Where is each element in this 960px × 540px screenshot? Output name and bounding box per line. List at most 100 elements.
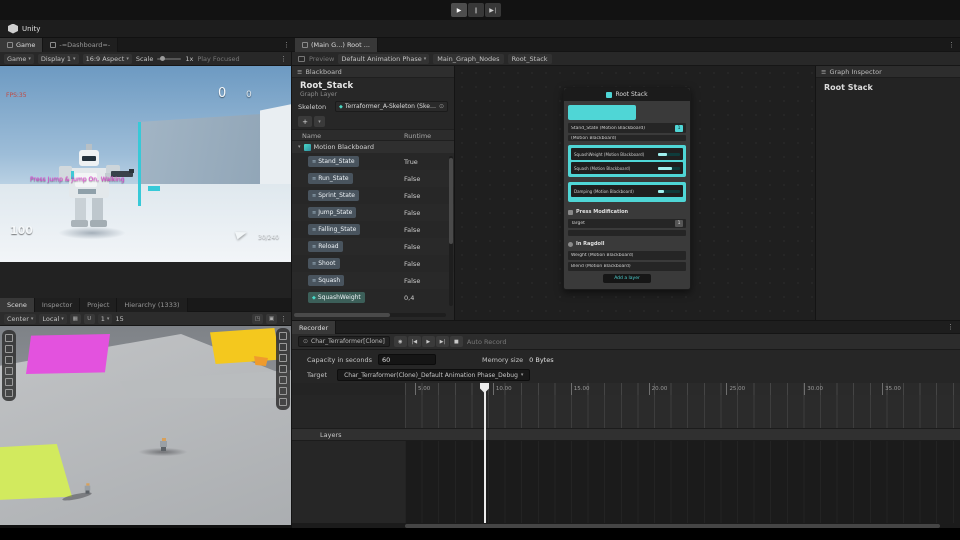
parameter-pill[interactable]: ≡ Jump_State: [308, 207, 357, 218]
play-button[interactable]: ▶: [451, 3, 467, 17]
tool-rect-icon[interactable]: [5, 378, 13, 386]
breadcrumb-main-graph-nodes[interactable]: Main_Graph_Nodes: [433, 53, 504, 64]
weight-slider[interactable]: [658, 189, 680, 193]
display-dropdown[interactable]: Display 1 ▾: [37, 53, 79, 64]
recorder-source-field[interactable]: ⊙ Char_Terraformer[Clone]: [298, 336, 390, 347]
parameter-pill[interactable]: ≡ Run_State: [308, 173, 353, 184]
game-panel-menu-icon[interactable]: ⋮: [283, 38, 290, 52]
node-parameter-row[interactable]: (Motion Blackboard): [568, 135, 686, 141]
transport-button[interactable]: ▶|: [435, 336, 449, 347]
pivot-dropdown[interactable]: Center ▾: [4, 313, 37, 324]
node-parameter-row[interactable]: [568, 230, 686, 236]
gizmo-camera-icon[interactable]: [279, 332, 287, 340]
blackboard-row[interactable]: ≡ Squash False: [292, 272, 454, 289]
gizmo-toggle-icon[interactable]: ◳: [252, 313, 263, 324]
node-slider-row[interactable]: Damping (Motion Blackboard): [571, 185, 683, 197]
recorder-menu-icon[interactable]: ⋮: [947, 321, 954, 333]
blackboard-row[interactable]: ≡ Jump_State False: [292, 204, 454, 221]
root-stack-node[interactable]: Root Stack Stand_State (Motion Blackboar…: [563, 87, 691, 290]
breadcrumb-root-stack[interactable]: Root_Stack: [507, 53, 552, 64]
node-parameter-row[interactable]: Target 1: [568, 219, 686, 228]
parameter-pill[interactable]: ≡ Sprint_State: [308, 190, 359, 201]
weight-block[interactable]: SquashWeight (Motion Blackboard) Squash …: [568, 145, 686, 177]
step-button[interactable]: ▶∣: [485, 3, 501, 17]
auto-record-toggle[interactable]: Auto Record: [467, 338, 507, 346]
gizmo-audio-icon[interactable]: [279, 354, 287, 362]
parameter-pill[interactable]: ≡ Stand_State: [308, 156, 359, 167]
aspect-dropdown[interactable]: 16:9 Aspect ▾: [82, 53, 132, 64]
pause-button[interactable]: ∥: [468, 3, 484, 17]
blackboard-row[interactable]: ≡ Run_State False: [292, 170, 454, 187]
node-parameter-row[interactable]: Stand_State (Motion Blackboard) 1: [568, 123, 686, 133]
tool-rotate-icon[interactable]: [5, 356, 13, 364]
scene-panel-tab[interactable]: Inspector: [34, 298, 81, 312]
scale-slider[interactable]: [157, 55, 182, 61]
gizmo-nav-icon[interactable]: [279, 387, 287, 395]
playhead-line[interactable]: [484, 383, 486, 523]
damping-block[interactable]: Damping (Motion Blackboard): [568, 182, 686, 202]
node-header[interactable]: Root Stack: [564, 88, 690, 101]
timeline-lower-track[interactable]: [405, 441, 960, 523]
gizmo-grid-icon[interactable]: [279, 376, 287, 384]
active-state-block[interactable]: [568, 105, 636, 120]
blackboard-row[interactable]: ≡ Falling_State False: [292, 221, 454, 238]
gizmo-effects-icon[interactable]: [279, 365, 287, 373]
scale-slider-knob[interactable]: [160, 55, 166, 61]
game-toolbar-menu-icon[interactable]: ⋮: [280, 52, 287, 66]
add-parameter-dropdown-icon[interactable]: ▾: [314, 116, 325, 127]
parameter-pill[interactable]: ≡ Reload: [308, 241, 343, 252]
snap-toggle-icon[interactable]: U: [83, 313, 95, 324]
parameter-pill[interactable]: ◆ SquashWeight: [308, 292, 365, 303]
weight-slider[interactable]: [658, 152, 680, 156]
orientation-dropdown[interactable]: Local ▾: [39, 313, 67, 324]
blackboard-row[interactable]: ◆ SquashWeight 0,4: [292, 289, 454, 306]
parameter-pill[interactable]: ≡ Shoot: [308, 258, 340, 269]
tool-move-icon[interactable]: [5, 345, 13, 353]
preview-toggle[interactable]: Preview: [309, 55, 334, 63]
grid-toggle-icon[interactable]: ▦: [69, 313, 81, 324]
right-panel-menu-icon[interactable]: ⋮: [948, 38, 955, 52]
blackboard-horizontal-scrollbar[interactable]: [294, 313, 446, 317]
parameter-pill[interactable]: ≡ Falling_State: [308, 224, 361, 235]
timeline-upper-track[interactable]: [405, 395, 960, 428]
grid-size-dropdown[interactable]: 1 ▾: [97, 313, 113, 324]
add-parameter-button[interactable]: +: [298, 116, 312, 127]
tool-view-icon[interactable]: [5, 334, 13, 342]
scene-panel-tab[interactable]: Hierarchy (1333): [117, 298, 188, 312]
add-layer-button[interactable]: Add a layer: [603, 274, 651, 283]
skeleton-object-field[interactable]: ◆ Terraformer_A-Skeleton (Skeleton) ⊙: [335, 101, 448, 112]
blackboard-vertical-scrollbar[interactable]: [449, 156, 453, 306]
node-parameter-row[interactable]: Weight (Motion Blackboard): [568, 251, 686, 260]
animation-phase-dropdown[interactable]: Default Animation Phase ▾: [338, 53, 430, 64]
weight-slider[interactable]: [658, 166, 680, 170]
scrollbar-thumb[interactable]: [294, 313, 390, 317]
transport-button[interactable]: ◉: [393, 336, 407, 347]
transport-button[interactable]: ▶: [421, 336, 435, 347]
game-mode-dropdown[interactable]: Game ▾: [4, 53, 34, 64]
scene-toolbar-menu-icon[interactable]: ⋮: [280, 312, 287, 326]
capacity-input[interactable]: [378, 354, 437, 365]
blackboard-row[interactable]: ≡ Sprint_State False: [292, 187, 454, 204]
scrollbar-thumb[interactable]: [449, 158, 453, 244]
scene-panel-tab[interactable]: Project: [80, 298, 118, 312]
object-picker-icon[interactable]: ⊙: [439, 103, 444, 110]
tool-scale-icon[interactable]: [5, 367, 13, 375]
node-slider-row[interactable]: SquashWeight (Motion Blackboard): [571, 148, 683, 160]
layers-header-row[interactable]: Layers: [292, 428, 960, 441]
node-parameter-row[interactable]: Blend (Motion Blackboard): [568, 262, 686, 271]
node-slider-row[interactable]: Squash (Motion Blackboard): [571, 162, 683, 174]
gizmo-light-icon[interactable]: [279, 343, 287, 351]
motion-blackboard-foldout[interactable]: ▾ Motion Blackboard: [292, 141, 454, 153]
scene-panel-tab[interactable]: Scene: [0, 298, 35, 312]
graph-window-tab[interactable]: (Main G...) Root ...: [295, 38, 378, 52]
gizmo-misc-icon[interactable]: [279, 398, 287, 406]
blackboard-row[interactable]: ≡ Stand_State True: [292, 153, 454, 170]
play-focused-dropdown[interactable]: Play Focused: [197, 55, 239, 63]
blackboard-row[interactable]: ≡ Shoot False: [292, 255, 454, 272]
game-panel-tab[interactable]: -=Dashboard=-: [43, 38, 119, 52]
transport-button[interactable]: |◀: [407, 336, 421, 347]
camera-toggle-icon[interactable]: ▣: [266, 313, 277, 324]
blackboard-row[interactable]: ≡ Reload False: [292, 238, 454, 255]
recorder-tab[interactable]: Recorder: [292, 321, 337, 334]
scene-viewport[interactable]: [0, 326, 292, 525]
